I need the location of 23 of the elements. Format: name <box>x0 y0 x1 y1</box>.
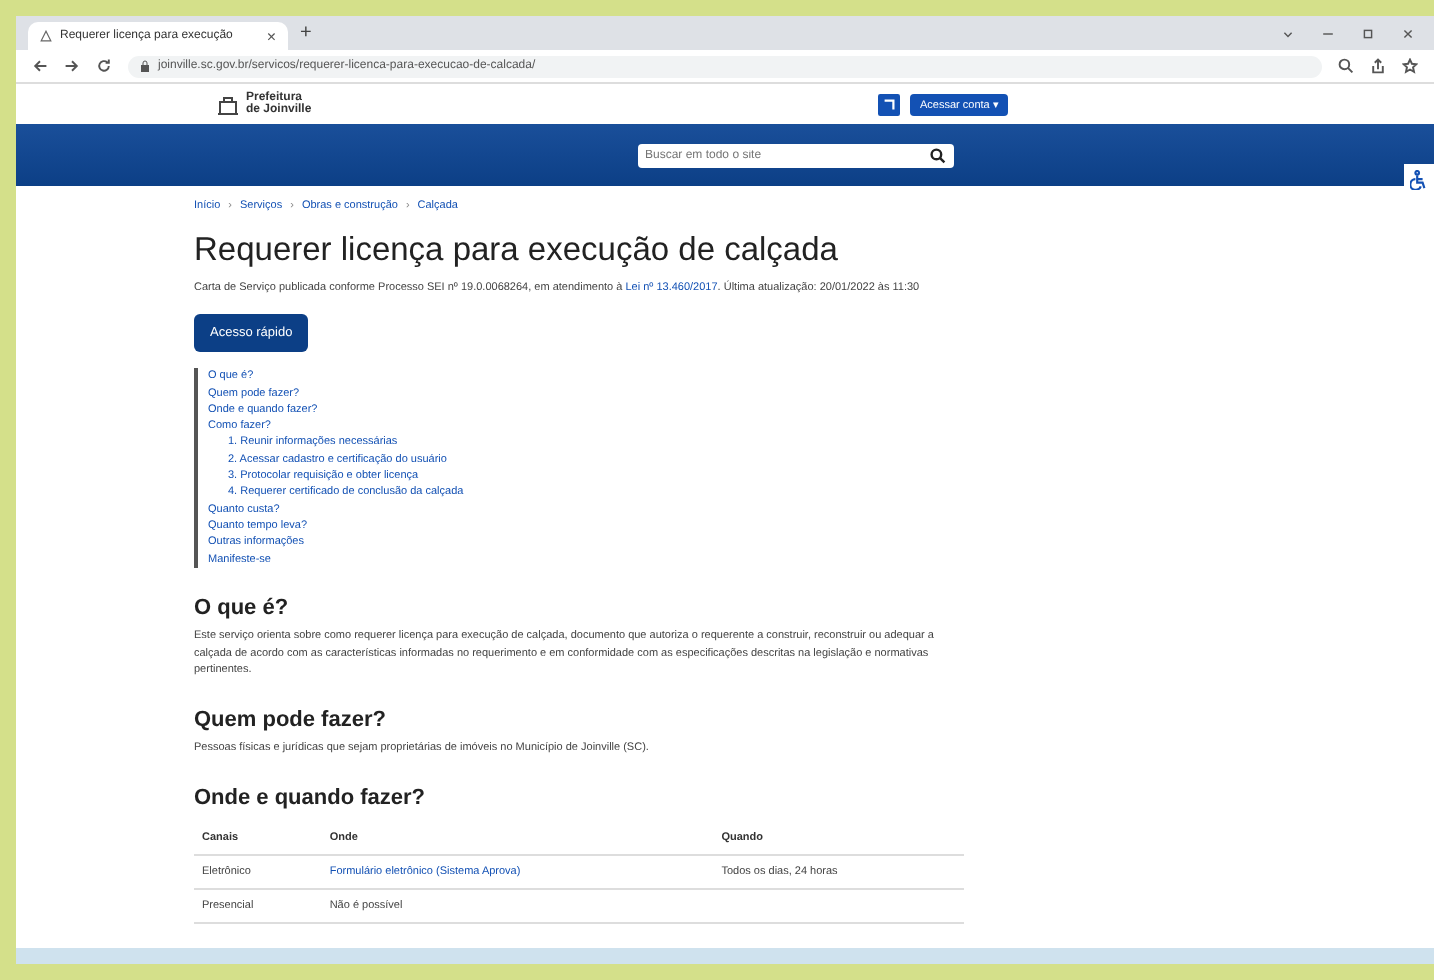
back-icon[interactable] <box>32 58 48 74</box>
crest-icon <box>216 92 240 116</box>
wheelchair-icon <box>1410 169 1428 189</box>
lock-icon <box>140 60 150 72</box>
section-heading: Quem pode fazer? <box>194 708 388 733</box>
share-icon[interactable] <box>1370 58 1386 74</box>
section-heading: Onde e quando fazer? <box>194 786 428 810</box>
reload-icon[interactable] <box>96 58 112 74</box>
maximize-icon[interactable] <box>1362 27 1374 39</box>
minimize-icon[interactable] <box>1322 27 1334 39</box>
accessibility-button[interactable] <box>1404 164 1434 194</box>
section-heading: O que é? <box>194 595 291 620</box>
star-icon[interactable] <box>1402 58 1418 74</box>
chevron-down-icon[interactable] <box>1282 27 1294 39</box>
zoom-icon[interactable] <box>1338 58 1354 74</box>
forward-icon[interactable] <box>64 58 80 74</box>
contrast-icon[interactable] <box>878 93 900 115</box>
search-icon[interactable] <box>929 147 945 163</box>
close-icon[interactable] <box>1402 27 1414 39</box>
tab-close[interactable]: × <box>266 27 276 45</box>
warning-icon <box>40 30 52 42</box>
new-tab[interactable]: + <box>300 22 312 44</box>
page-title: Requerer licença para execução de calçada <box>194 232 840 270</box>
